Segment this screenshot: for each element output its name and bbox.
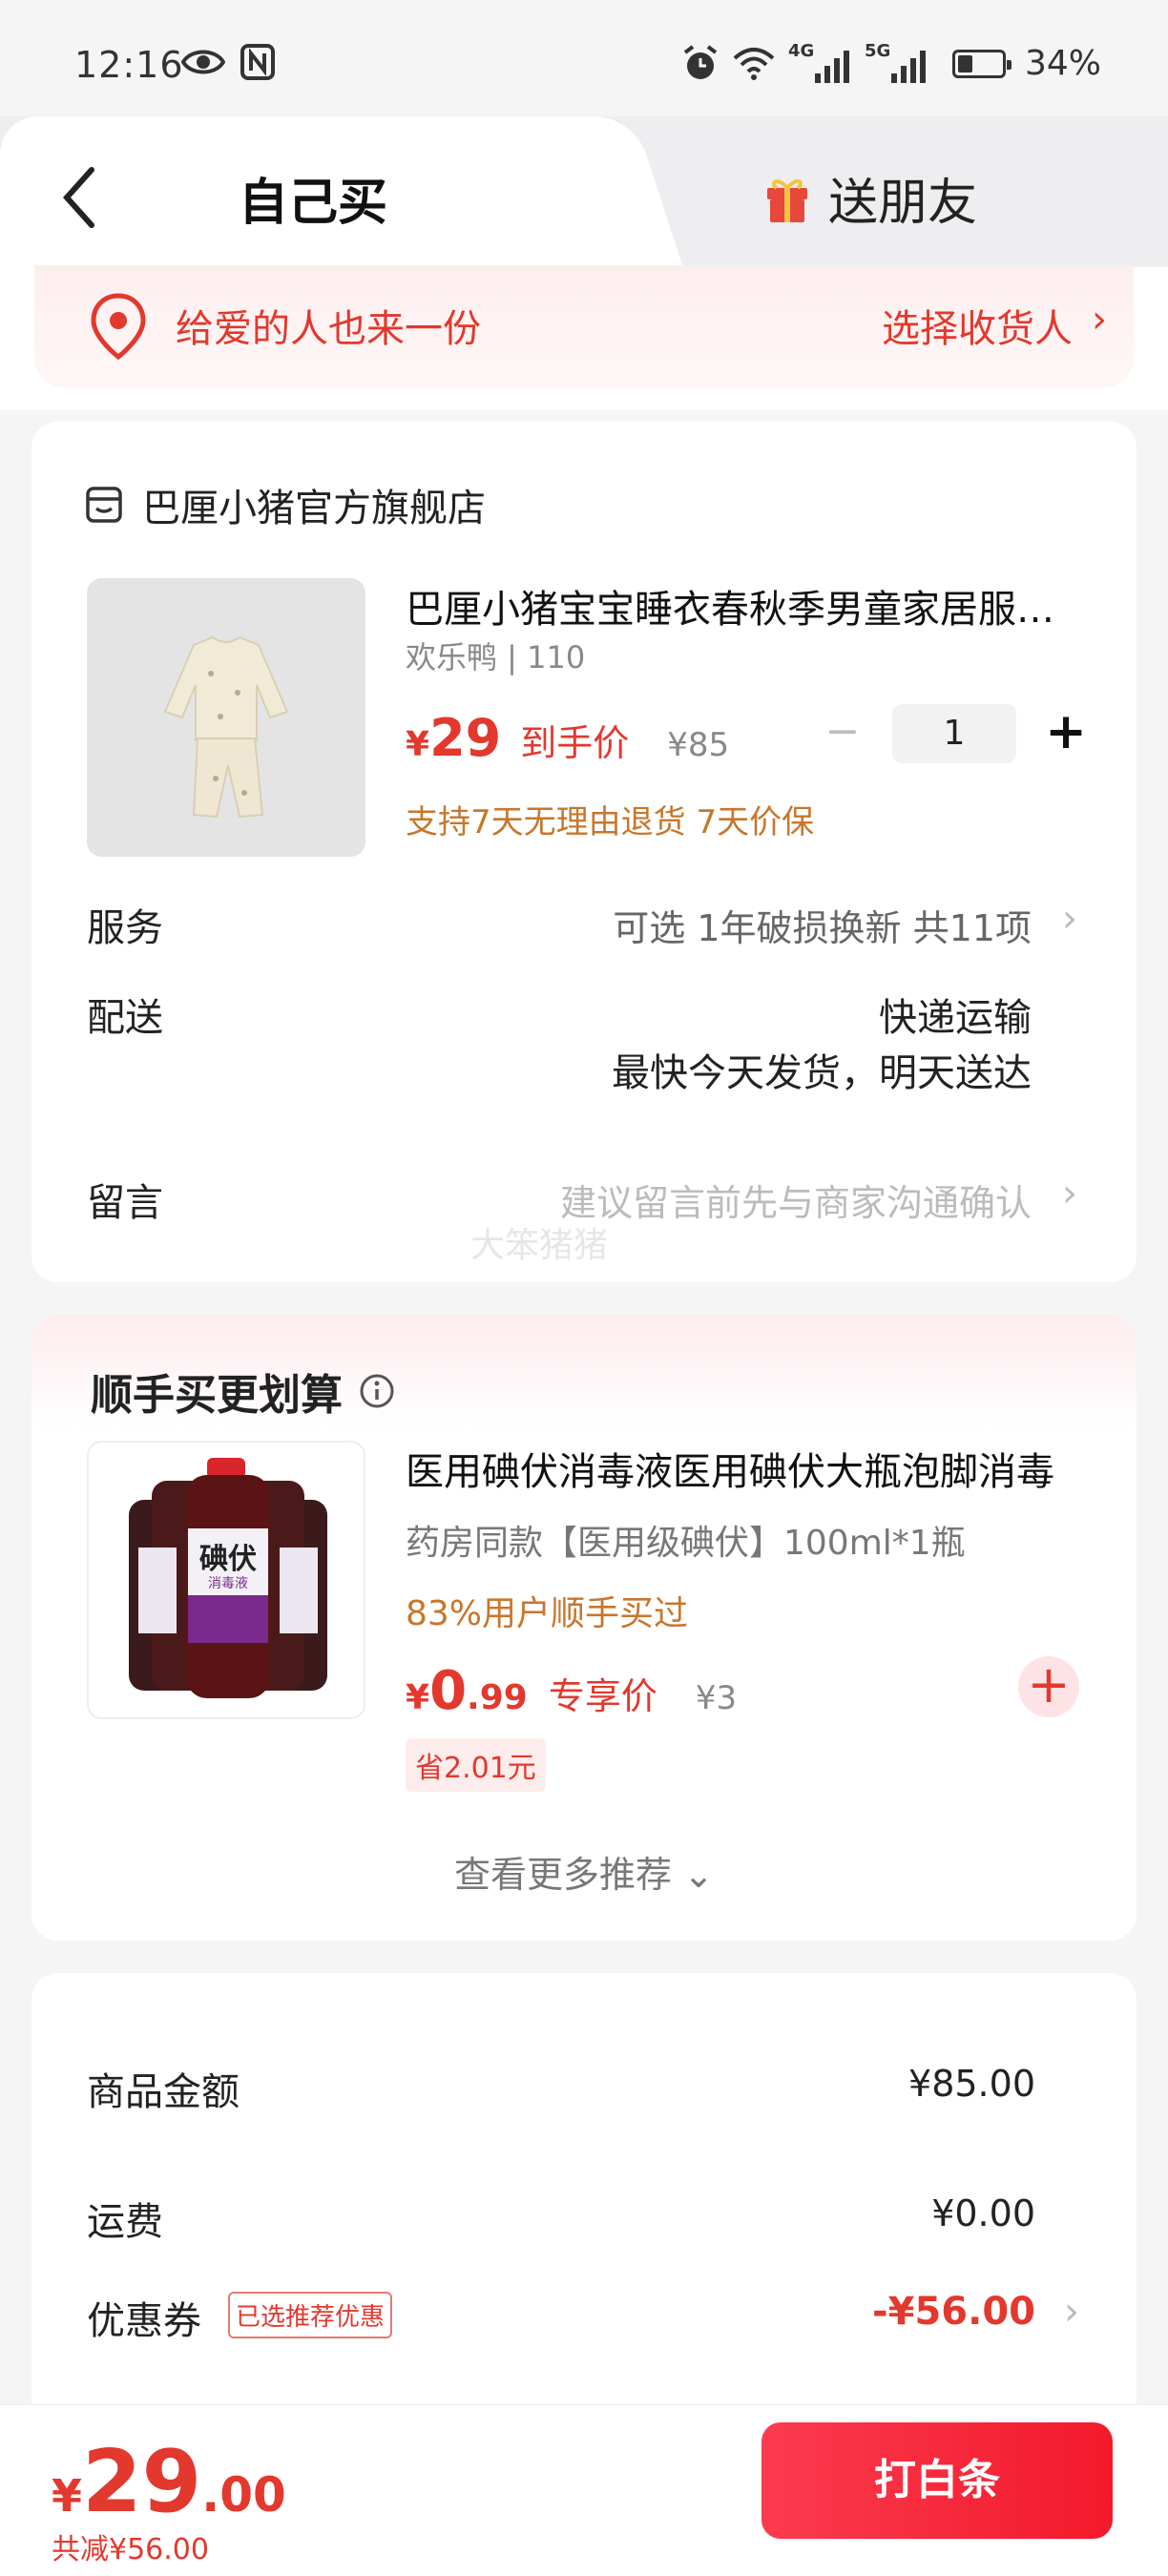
quantity-input[interactable]: 1 (892, 704, 1016, 763)
addon-price-row: ¥ 0 .99 专享价 ¥3 (406, 1660, 737, 1722)
net-4g-label: 4G (787, 40, 815, 61)
more-recommendations-link[interactable]: 查看更多推荐 ⌄ (31, 1845, 1137, 1898)
gift-icon (767, 178, 807, 222)
checkout-bar: ¥ 29 .00 共减¥56.00 打白条 (0, 2404, 1168, 2576)
status-right: 4G 5G 34% (681, 41, 1101, 83)
net-5g-label: 5G (864, 40, 891, 61)
status-left-icons (181, 44, 275, 80)
more-recommendations-label: 查看更多推荐 (454, 1854, 673, 1896)
service-value[interactable]: 可选 1年破损换新 共11项 (613, 899, 1032, 951)
location-pin-icon (91, 293, 146, 361)
status-time: 12:16 (74, 44, 184, 86)
nfc-icon (240, 44, 275, 80)
gift-address-text: 给爱的人也来一份 (176, 307, 481, 351)
addon-product-name[interactable]: 医用碘伏消毒液医用碘伏大瓶泡脚消毒 (406, 1441, 1074, 1496)
pay-button[interactable]: 打白条 (761, 2422, 1113, 2539)
currency-symbol: ¥ (52, 2470, 83, 2522)
shipping-method: 快递运输 (879, 996, 1032, 1040)
quantity-plus-button[interactable]: + (1037, 705, 1095, 762)
bottle-label: 碘伏 (199, 1543, 257, 1576)
addon-saving-badge: 省2.01元 (406, 1738, 546, 1792)
order-card: 巴厘小猪官方旗舰店 巴厘小猪宝宝睡衣春秋季男童家居服套装 欢乐鸭 | 110 ¥… (31, 422, 1137, 1282)
shop-name: 巴厘小猪官方旗舰店 (142, 487, 486, 530)
addon-title-text: 顺手买更划算 (91, 1371, 343, 1420)
bottle-sub-label: 消毒液 (208, 1576, 248, 1591)
chevron-down-icon: ⌄ (683, 1854, 714, 1896)
addon-price-int: 0 (429, 1660, 468, 1722)
watermark-text: 大笨猪猪 (470, 1226, 609, 1265)
iodine-bottles-image: 碘伏 消毒液 (89, 1443, 364, 1717)
battery-fill (957, 54, 972, 73)
chevron-right-icon: › (1062, 897, 1077, 941)
total-price: ¥ 29 .00 (52, 2432, 286, 2532)
shipping-time: 最快今天发货，明天送达 (612, 1051, 1032, 1095)
addon-card: 顺手买更划算 碘伏 消毒液 医用碘伏消毒液医用碘伏大瓶泡脚消毒 药房同款【医用级… (31, 1315, 1137, 1941)
product-spec[interactable]: 欢乐鸭 | 110 (406, 634, 585, 677)
wifi-icon (733, 47, 775, 80)
goods-amount-label: 商品金额 (87, 2070, 240, 2114)
alarm-icon (683, 44, 718, 79)
addon-section-title: 顺手买更划算 (91, 1361, 396, 1422)
service-label: 服务 (87, 906, 163, 950)
product-title[interactable]: 巴厘小猪宝宝睡衣春秋季男童家居服套装 (406, 578, 1074, 634)
tab-buy-self-label[interactable]: 自己买 (239, 162, 387, 234)
total-price-dec: .00 (201, 2467, 286, 2523)
product-thumbnail[interactable] (87, 578, 365, 857)
addon-product-thumbnail[interactable]: 碘伏 消毒液 (87, 1441, 365, 1719)
currency-symbol: ¥ (406, 725, 430, 764)
tab-gift-friend[interactable]: 送朋友 (763, 162, 977, 234)
total-discount: 共减¥56.00 (52, 2533, 209, 2566)
shipping-label: 配送 (87, 996, 163, 1040)
product-price: 29 (429, 708, 502, 768)
battery-icon (951, 49, 1012, 78)
addon-price-tag: 专享价 (548, 1675, 657, 1717)
coupon-value[interactable]: -¥56.00 (872, 2290, 1035, 2334)
shipping-fee-label: 运费 (87, 2200, 163, 2244)
signal-5g-icon: 5G (865, 41, 926, 83)
status-bar: 12:16 4G 5G 34% (0, 0, 1168, 124)
message-input[interactable]: 建议留言前先与商家沟通确认 (560, 1174, 1032, 1226)
chevron-right-icon: › (1062, 1172, 1077, 1215)
info-icon[interactable] (358, 1372, 396, 1410)
signal-4g-icon: 4G (788, 41, 849, 83)
product-price-row: ¥ 29 到手价 ¥85 (406, 708, 729, 768)
message-label: 留言 (87, 1181, 163, 1225)
shop-row[interactable]: 巴厘小猪官方旗舰店 (85, 477, 486, 532)
back-arrow-icon[interactable] (59, 164, 97, 231)
goods-amount-value: ¥85.00 (908, 2063, 1035, 2105)
addon-add-button[interactable]: + (1018, 1656, 1079, 1717)
price-tag: 到手价 (520, 722, 630, 764)
choose-receiver-link[interactable]: 选择收货人 (882, 298, 1073, 353)
gift-address-banner[interactable]: 给爱的人也来一份 选择收货人 › (34, 265, 1134, 387)
chevron-right-icon: › (1064, 2290, 1079, 2334)
coupon-label: 优惠券 (87, 2299, 201, 2343)
quantity-stepper: − 1 + (814, 704, 1095, 763)
guarantee-text: 支持7天无理由退货 7天价保 (406, 803, 815, 841)
pajamas-image (87, 578, 365, 857)
purchase-mode-tabs: 自己买 送朋友 (0, 116, 1168, 267)
addon-product-desc: 药房同款【医用级碘伏】100ml*1瓶 (406, 1524, 966, 1563)
quantity-minus-button[interactable]: − (814, 705, 871, 762)
addon-social-proof: 83%用户顺手买过 (406, 1594, 689, 1633)
addon-original-price: ¥3 (695, 1679, 738, 1717)
original-price: ¥85 (667, 726, 730, 764)
battery-text: 34% (1024, 44, 1101, 83)
addon-price-dec: .99 (467, 1678, 528, 1717)
tab-gift-friend-label: 送朋友 (828, 175, 978, 232)
currency-symbol: ¥ (406, 1678, 430, 1717)
total-price-int: 29 (82, 2432, 202, 2532)
coupon-badge: 已选推荐优惠 (228, 2292, 393, 2338)
eye-icon (181, 50, 225, 74)
chevron-right-icon: › (1092, 298, 1107, 342)
shop-icon (86, 487, 122, 523)
shipping-fee-value: ¥0.00 (931, 2192, 1035, 2234)
